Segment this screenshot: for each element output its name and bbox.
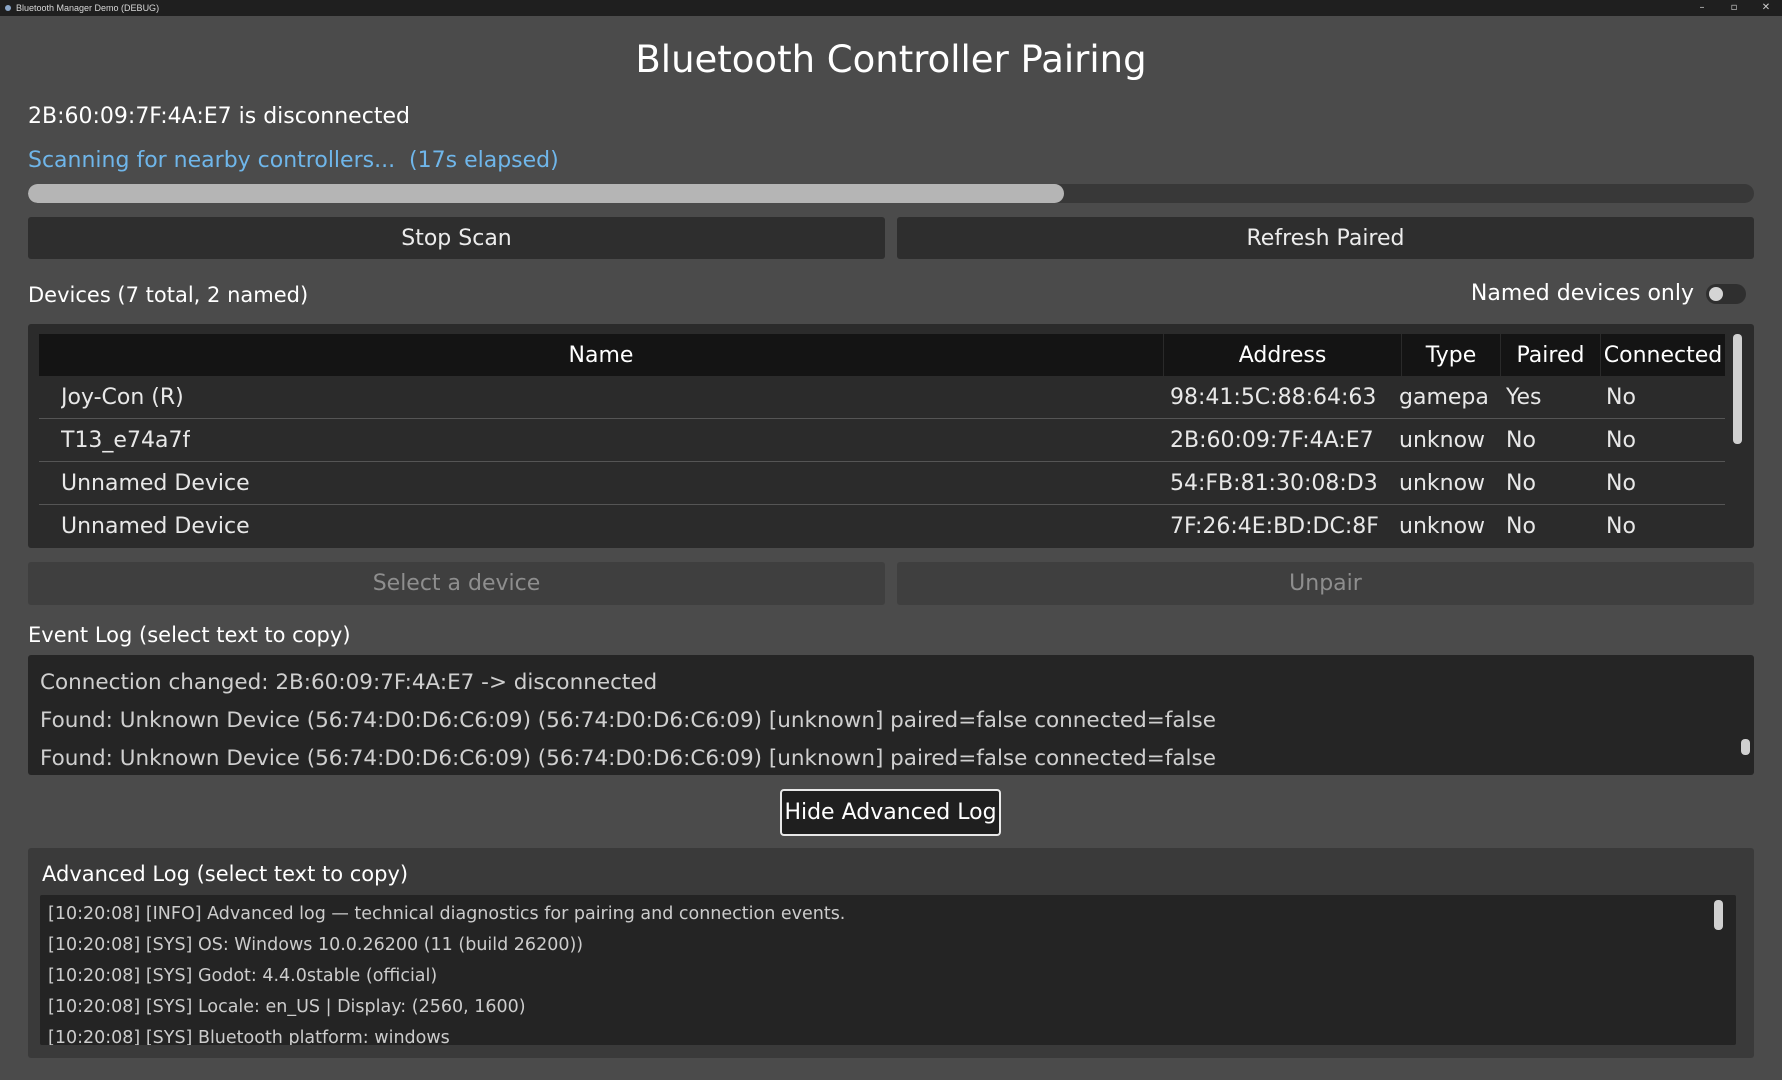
log-line: [10:20:08] [SYS] OS: Windows 10.0.26200 …	[48, 935, 584, 955]
select-device-button[interactable]: Select a device	[28, 562, 885, 605]
maximize-icon[interactable]: ▫	[1718, 0, 1750, 16]
log-line: [10:20:08] [SYS] Bluetooth platform: win…	[48, 1028, 450, 1045]
unpair-button[interactable]: Unpair	[897, 562, 1754, 605]
advanced-log[interactable]: [10:20:08] [INFO] Advanced log — technic…	[40, 895, 1736, 1045]
column-header-paired[interactable]: Paired	[1501, 334, 1601, 376]
scan-progress-fill	[28, 184, 1064, 203]
cell-connected: No	[1606, 471, 1636, 496]
log-line: [10:20:08] [SYS] Godot: 4.4.0stable (off…	[48, 966, 438, 986]
column-header-type[interactable]: Type	[1402, 334, 1501, 376]
window-title: Bluetooth Manager Demo (DEBUG)	[16, 3, 160, 13]
cell-paired: Yes	[1506, 385, 1542, 410]
connection-status: 2B:60:09:7F:4A:E7 is disconnected	[28, 104, 410, 129]
column-header-address[interactable]: Address	[1164, 334, 1402, 376]
cell-type: unknow	[1399, 514, 1486, 539]
toggle-knob	[1709, 286, 1723, 301]
log-line: [10:20:08] [SYS] Locale: en_US | Display…	[48, 997, 526, 1017]
hide-advanced-log-button[interactable]: Hide Advanced Log	[780, 789, 1001, 836]
cell-type: unknow	[1399, 428, 1486, 453]
advanced-log-label: Advanced Log (select text to copy)	[42, 862, 409, 886]
log-line: Found: Unknown Device (56:74:D0:D6:C6:09…	[40, 708, 1216, 733]
cell-address: 2B:60:09:7F:4A:E7	[1170, 428, 1374, 453]
app-icon	[5, 5, 11, 11]
column-header-name[interactable]: Name	[39, 334, 1164, 376]
advanced-log-panel: Advanced Log (select text to copy) [10:2…	[28, 848, 1754, 1058]
table-row[interactable]: T13_e74a7f 2B:60:09:7F:4A:E7 unknow No N…	[39, 419, 1725, 462]
cell-connected: No	[1606, 385, 1636, 410]
table-row[interactable]: Unnamed Device 54:FB:81:30:08:D3 unknow …	[39, 462, 1725, 505]
cell-type: gamepa	[1399, 385, 1489, 410]
log-line: [10:20:08] [INFO] Advanced log — technic…	[48, 904, 846, 924]
page-title: Bluetooth Controller Pairing	[635, 38, 1147, 81]
named-devices-toggle[interactable]	[1706, 283, 1746, 304]
event-log-scrollbar[interactable]	[1741, 739, 1750, 755]
cell-name: Unnamed Device	[61, 471, 250, 496]
cell-paired: No	[1506, 471, 1536, 496]
cell-type: unknow	[1399, 471, 1486, 496]
devices-label: Devices (7 total, 2 named)	[28, 283, 309, 307]
cell-address: 7F:26:4E:BD:DC:8F	[1170, 514, 1379, 539]
refresh-paired-button[interactable]: Refresh Paired	[897, 217, 1754, 259]
event-log[interactable]: Connection changed: 2B:60:09:7F:4A:E7 ->…	[28, 655, 1754, 775]
scan-progress-bar	[28, 184, 1754, 203]
cell-connected: No	[1606, 514, 1636, 539]
advanced-log-scrollbar[interactable]	[1714, 900, 1723, 930]
scan-status: Scanning for nearby controllers... (17s …	[28, 148, 559, 173]
devices-table: Name Address Type Paired Connected Joy-C…	[28, 324, 1754, 548]
table-header: Name Address Type Paired Connected	[39, 334, 1725, 376]
cell-name: T13_e74a7f	[61, 428, 191, 453]
close-icon[interactable]: ✕	[1750, 0, 1782, 16]
window-titlebar: Bluetooth Manager Demo (DEBUG) – ▫ ✕	[0, 0, 1782, 16]
stop-scan-button[interactable]: Stop Scan	[28, 217, 885, 259]
event-log-label: Event Log (select text to copy)	[28, 623, 351, 647]
minimize-icon[interactable]: –	[1686, 0, 1718, 16]
cell-paired: No	[1506, 428, 1536, 453]
table-row[interactable]: Unnamed Device 7F:26:4E:BD:DC:8F unknow …	[39, 505, 1725, 548]
cell-connected: No	[1606, 428, 1636, 453]
devices-scrollbar[interactable]	[1733, 334, 1742, 444]
table-row[interactable]: Joy-Con (R) 98:41:5C:88:64:63 gamepa Yes…	[39, 376, 1725, 419]
window-controls: – ▫ ✕	[1686, 0, 1782, 16]
named-devices-label: Named devices only	[1470, 281, 1694, 306]
cell-name: Joy-Con (R)	[61, 385, 184, 410]
log-line: Found: Unknown Device (56:74:D0:D6:C6:09…	[40, 746, 1216, 771]
named-devices-filter: Named devices only	[1471, 281, 1746, 306]
column-header-connected[interactable]: Connected	[1601, 334, 1725, 376]
log-line: Connection changed: 2B:60:09:7F:4A:E7 ->…	[40, 670, 658, 695]
cell-paired: No	[1506, 514, 1536, 539]
cell-name: Unnamed Device	[61, 514, 250, 539]
cell-address: 98:41:5C:88:64:63	[1170, 385, 1377, 410]
cell-address: 54:FB:81:30:08:D3	[1170, 471, 1378, 496]
